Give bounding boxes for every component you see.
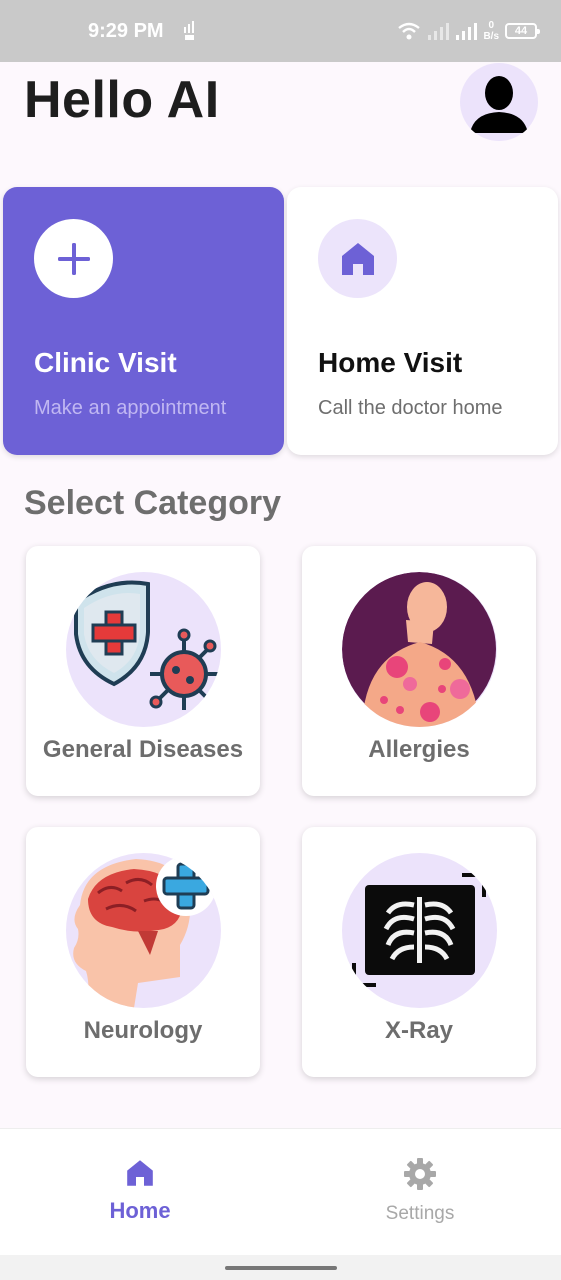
battery-icon: 44	[505, 23, 540, 39]
net-speed: 0 B/s	[483, 20, 499, 42]
home-visit-title: Home Visit	[318, 347, 463, 378]
wifi-icon	[398, 22, 421, 40]
status-bar: 9:29 PM 0 B/s 44	[0, 0, 561, 62]
nav-home[interactable]: Home	[70, 1157, 210, 1224]
category-allergies[interactable]: Allergies	[302, 546, 536, 796]
nav-home-label: Home	[109, 1198, 171, 1223]
category-xray[interactable]: X-Ray	[302, 827, 536, 1077]
avatar[interactable]	[460, 63, 538, 141]
category-label: X-Ray	[384, 1017, 454, 1044]
net-speed-unit: B/s	[483, 31, 499, 42]
home-indicator[interactable]	[225, 1266, 337, 1270]
clinic-visit-card[interactable]: Clinic Visit Make an appointment	[3, 187, 284, 455]
shield-virus-icon	[66, 572, 221, 727]
category-label: General Diseases	[42, 736, 244, 763]
status-indicators: 0 B/s 44	[397, 17, 540, 45]
nav-settings-label: Settings	[385, 1203, 455, 1224]
signal-icon	[428, 23, 450, 40]
home-visit-subtitle: Call the doctor home	[318, 397, 503, 419]
clinic-visit-title: Clinic Visit	[34, 347, 177, 378]
nav-settings[interactable]: Settings	[350, 1157, 490, 1225]
brain-icon	[66, 853, 221, 1008]
battery-level: 44	[514, 25, 528, 37]
bottom-nav: Home Settings	[0, 1128, 561, 1255]
allergy-body-icon	[342, 572, 497, 727]
signal-icon-2	[456, 23, 478, 40]
home-visit-card[interactable]: Home Visit Call the doctor home	[287, 187, 558, 455]
home-icon	[127, 1160, 153, 1186]
greeting-title: Hello AI	[24, 71, 220, 129]
system-nav-bar	[0, 1255, 561, 1280]
category-label: Allergies	[368, 736, 470, 763]
gear-icon	[404, 1158, 436, 1190]
user-icon	[470, 76, 528, 133]
app-screen: 9:29 PM 0 B/s 44 Hello AI Clinic Visit M…	[0, 0, 561, 1280]
plus-icon	[34, 219, 113, 298]
xray-icon	[342, 853, 497, 1008]
sim-icon	[184, 21, 194, 40]
net-speed-value: 0	[488, 20, 494, 31]
category-neurology[interactable]: Neurology	[26, 827, 260, 1077]
home-icon	[318, 219, 397, 298]
section-title: Select Category	[24, 484, 281, 522]
clinic-visit-subtitle: Make an appointment	[34, 397, 227, 419]
category-general-diseases[interactable]: General Diseases	[26, 546, 260, 796]
category-label: Neurology	[83, 1017, 203, 1044]
status-time: 9:29 PM	[88, 20, 164, 42]
